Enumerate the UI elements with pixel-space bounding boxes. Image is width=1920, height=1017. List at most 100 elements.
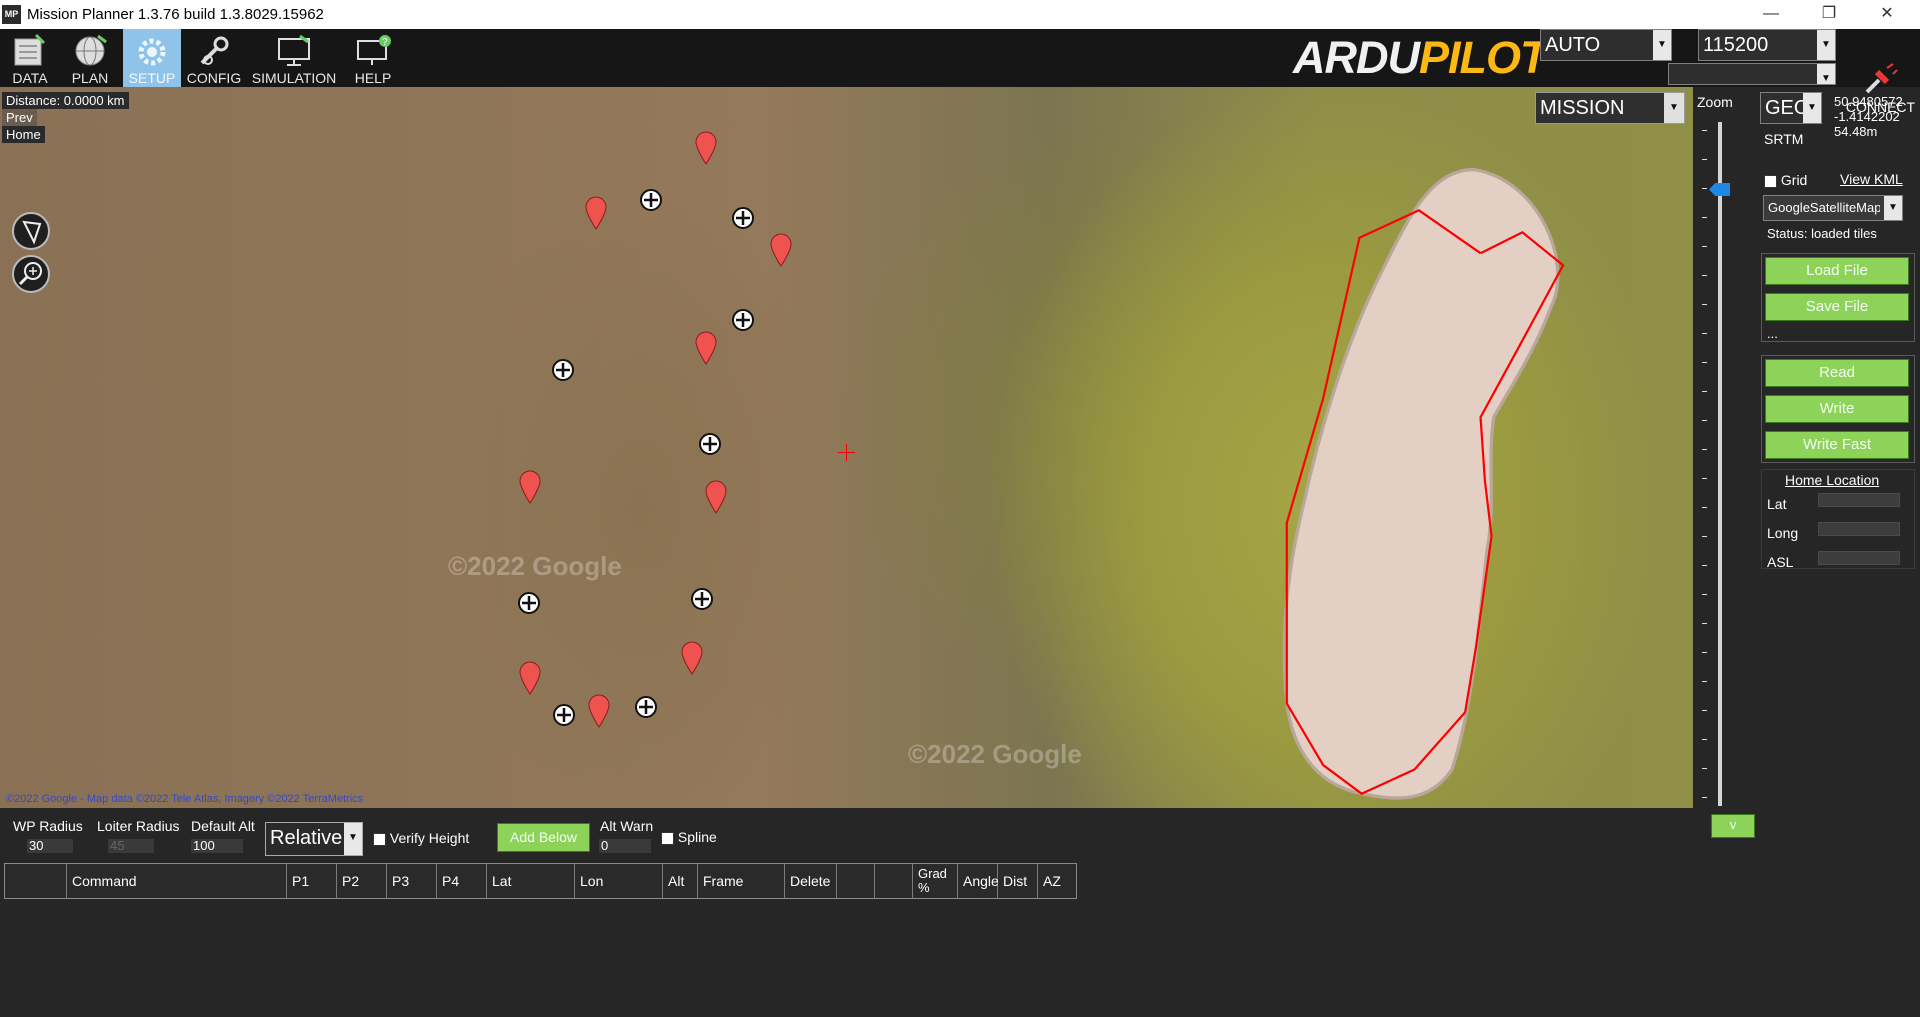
coordinate-type-select[interactable]: GEO ▼	[1760, 92, 1822, 124]
port-select[interactable]: ▼	[1668, 63, 1836, 85]
minimize-button[interactable]: —	[1742, 0, 1800, 29]
home-asl-label: ASL	[1767, 554, 1794, 570]
zoom-tick	[1702, 536, 1707, 537]
read-button[interactable]: Read	[1765, 359, 1909, 387]
waypoint-marker[interactable]	[587, 694, 611, 733]
grid-checkbox-box[interactable]	[1764, 174, 1777, 188]
add-midpoint-icon[interactable]	[690, 587, 714, 616]
verify-height-box[interactable]	[373, 832, 386, 846]
alt-warn-input[interactable]: 0	[599, 839, 651, 853]
toolbar-label-simulation: SIMULATION	[251, 70, 337, 86]
grid-col-alt: Alt	[663, 864, 698, 898]
logo-pilot-text: PILOT	[1419, 32, 1547, 83]
toolbar-button-config[interactable]: CONFIG	[186, 29, 242, 87]
spline-box[interactable]	[661, 831, 674, 845]
prev-link[interactable]: Prev	[2, 109, 37, 126]
chevron-down-icon: ▼	[344, 823, 362, 855]
spline-label: Spline	[677, 829, 717, 845]
zoom-tick	[1702, 478, 1707, 479]
map-type-select[interactable]: GoogleSatelliteMap ▼	[1763, 195, 1903, 221]
toolbar-button-setup[interactable]: SETUP	[123, 29, 181, 87]
add-midpoint-icon[interactable]	[731, 206, 755, 235]
waypoint-marker[interactable]	[694, 331, 718, 370]
close-button[interactable]: ✕	[1858, 0, 1916, 29]
grid-col-p3: P3	[387, 864, 437, 898]
main-toolbar: DATA PLAN SETUP CONFIG SIMULATION ? HELP…	[0, 29, 1920, 115]
verify-height-checkbox[interactable]: Verify Height	[373, 830, 469, 846]
waypoint-marker[interactable]	[694, 131, 718, 170]
save-file-button[interactable]: Save File	[1765, 293, 1909, 321]
add-midpoint-icon[interactable]	[517, 591, 541, 620]
distance-readout: Distance: 0.0000 km	[2, 92, 129, 109]
flight-mode-select[interactable]: AUTO ▼	[1540, 29, 1672, 61]
toolbar-button-data[interactable]: DATA	[4, 29, 56, 87]
map-view[interactable]: Distance: 0.0000 km Prev Home ©2022 Goog…	[0, 87, 1693, 808]
add-midpoint-icon[interactable]	[639, 188, 663, 217]
add-midpoint-icon[interactable]	[634, 695, 658, 724]
home-long-field[interactable]	[1818, 522, 1900, 536]
alt-warn-label: Alt Warn	[600, 818, 654, 834]
home-asl-field[interactable]	[1818, 551, 1900, 565]
flight-mode-value: AUTO	[1545, 34, 1601, 56]
waypoint-marker[interactable]	[680, 641, 704, 680]
baud-rate-value: 115200	[1703, 34, 1769, 56]
zoom-slider-track[interactable]	[1718, 122, 1722, 806]
google-watermark: ©2022 Google	[448, 551, 622, 581]
home-lat-field[interactable]	[1818, 493, 1900, 507]
toolbar-button-help[interactable]: ? HELP	[345, 29, 401, 87]
loiter-radius-input[interactable]: 45	[108, 839, 154, 853]
map-copyright: ©2022 Google - Map data ©2022 Tele Atlas…	[6, 793, 364, 805]
add-midpoint-icon[interactable]	[552, 703, 576, 732]
home-link[interactable]: Home	[2, 126, 45, 143]
toolbar-button-simulation[interactable]: SIMULATION	[251, 29, 337, 87]
waypoint-marker[interactable]	[518, 661, 542, 700]
write-button[interactable]: Write	[1765, 395, 1909, 423]
more-options-link[interactable]: ...	[1767, 326, 1778, 341]
home-location-link[interactable]: Home Location	[1785, 472, 1879, 488]
loiter-radius-label: Loiter Radius	[97, 818, 180, 834]
waypoint-marker[interactable]	[518, 470, 542, 509]
load-file-button[interactable]: Load File	[1765, 257, 1909, 285]
waypoint-grid[interactable]: Command P1 P2 P3 P4 Lat Lon Alt Frame De…	[4, 863, 1077, 899]
wp-radius-input[interactable]: 30	[27, 839, 73, 853]
mission-type-select[interactable]: MISSION ▼	[1535, 92, 1685, 124]
waypoint-marker[interactable]	[704, 480, 728, 519]
toolbar-label-setup: SETUP	[128, 70, 176, 86]
zoom-tick	[1702, 246, 1707, 247]
default-alt-label: Default Alt	[191, 818, 255, 834]
add-midpoint-icon[interactable]	[698, 432, 722, 461]
zoom-magnifier-icon[interactable]	[12, 255, 50, 293]
zoom-tick	[1702, 594, 1707, 595]
baud-rate-select[interactable]: 115200 ▼	[1698, 29, 1836, 61]
grid-col-p4: P4	[437, 864, 487, 898]
add-midpoint-icon[interactable]	[731, 308, 755, 337]
write-fast-button[interactable]: Write Fast	[1765, 431, 1909, 459]
grid-col-grad: Grad %	[913, 864, 958, 898]
data-icon	[14, 33, 46, 66]
add-midpoint-icon[interactable]	[551, 358, 575, 387]
monitor-icon	[278, 34, 310, 66]
restore-button[interactable]: ❐	[1800, 0, 1858, 29]
waypoint-marker[interactable]	[584, 196, 608, 235]
map-type-value: GoogleSatelliteMap	[1768, 200, 1880, 215]
altitude-frame-select[interactable]: Relative ▼	[265, 822, 363, 856]
grid-col-lat: Lat	[487, 864, 575, 898]
default-alt-input[interactable]: 100	[191, 839, 243, 853]
add-below-button[interactable]: Add Below	[497, 823, 590, 852]
grid-checkbox[interactable]: Grid	[1764, 172, 1807, 188]
polygon-draw-icon[interactable]	[12, 212, 50, 250]
spline-checkbox[interactable]: Spline	[661, 829, 717, 845]
waypoint-marker[interactable]	[769, 233, 793, 272]
collapse-panel-button[interactable]: v	[1711, 814, 1755, 838]
cursor-lat: 50.9480572	[1834, 94, 1903, 109]
toolbar-button-plan[interactable]: PLAN	[63, 29, 117, 87]
view-kml-link[interactable]: View KML	[1840, 171, 1903, 187]
zoom-tick	[1702, 797, 1707, 798]
help-icon: ?	[357, 35, 391, 65]
chevron-down-icon: ▼	[1803, 93, 1821, 123]
svg-text:?: ?	[382, 37, 388, 48]
zoom-tick	[1702, 333, 1707, 334]
zoom-tick	[1702, 507, 1707, 508]
zoom-tick	[1702, 681, 1707, 682]
grid-col-angle: Angle	[958, 864, 999, 898]
